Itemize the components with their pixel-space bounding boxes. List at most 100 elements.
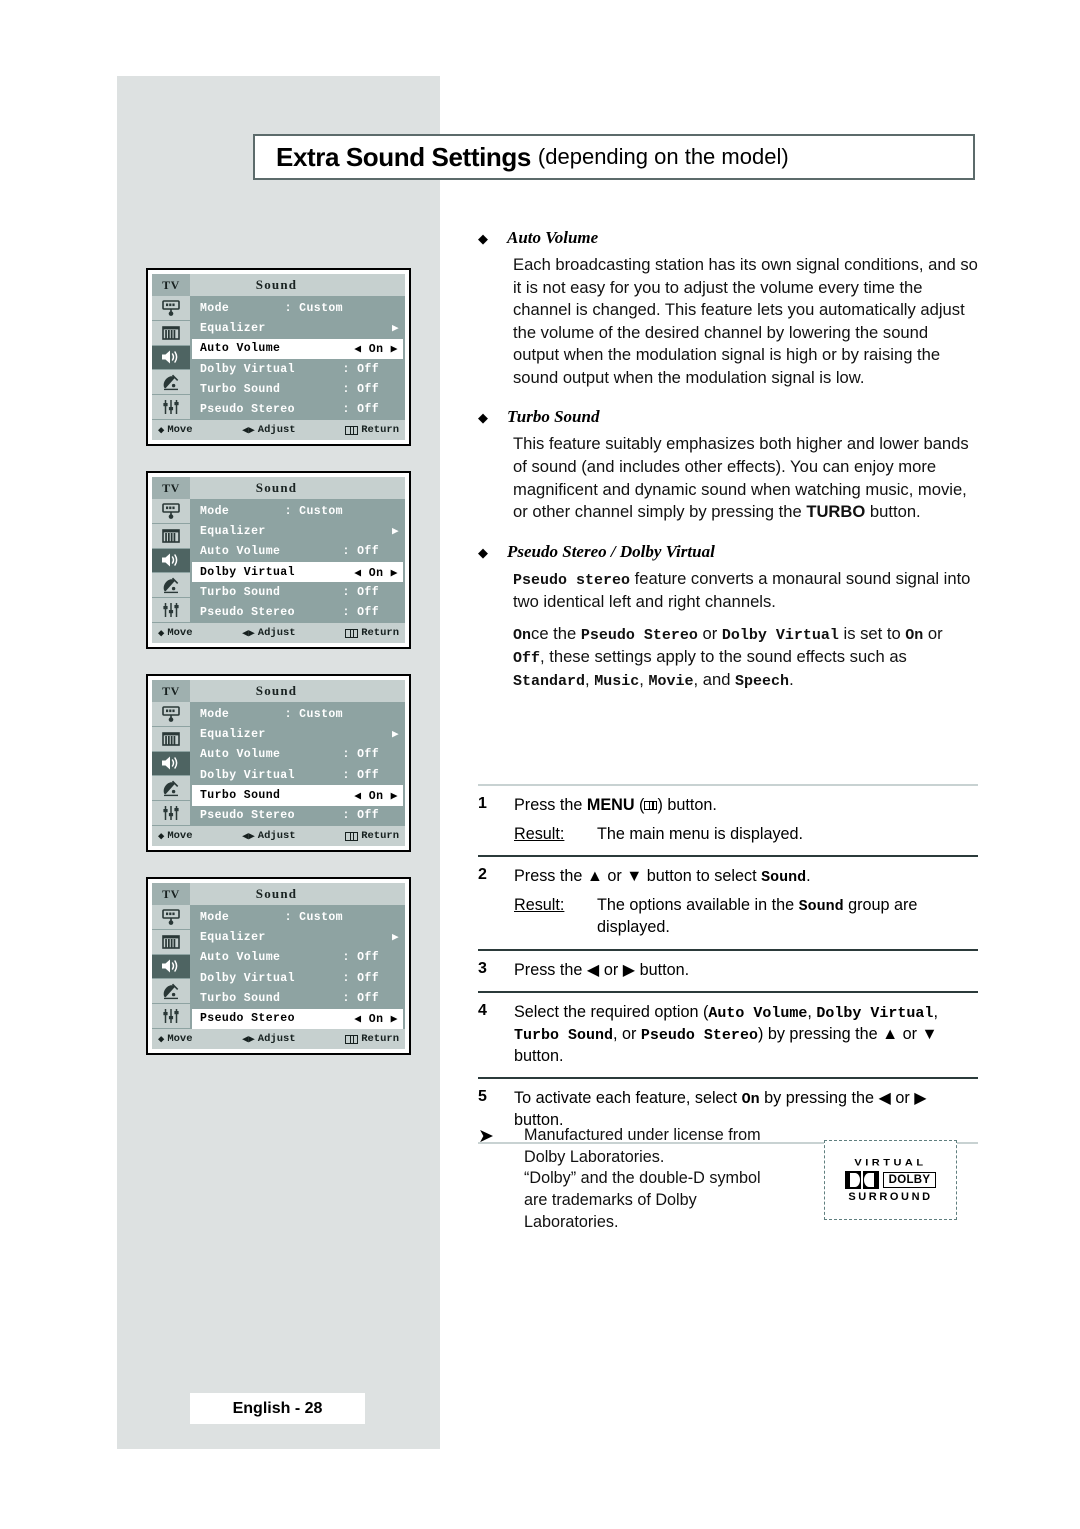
osd-row[interactable]: Pseudo Stereo: Off xyxy=(190,400,405,420)
section-body: This feature suitably emphasizes both hi… xyxy=(513,433,978,523)
dolby-virtual-surround-logo: VIRTUAL DOLBY SURROUND xyxy=(824,1140,957,1220)
picture-icon[interactable] xyxy=(152,905,190,930)
satellite-dish-icon[interactable] xyxy=(152,370,190,396)
osd-row[interactable]: Mode: Custom xyxy=(190,298,405,318)
menu-button-label: MENU xyxy=(586,796,635,814)
osd-row-value: : Off xyxy=(342,403,379,417)
osd-row-selected[interactable]: Turbo Sound ◀ On ▶ xyxy=(192,785,403,806)
section-heading: ◆ Turbo Sound xyxy=(478,407,978,427)
osd-header: TV Sound xyxy=(152,274,405,296)
osd-row[interactable]: Auto Volume: Off xyxy=(190,542,405,562)
osd-row[interactable]: Mode: Custom xyxy=(190,704,405,724)
menu-icon xyxy=(345,425,359,435)
satellite-dish-icon[interactable] xyxy=(152,979,190,1005)
menu-icon xyxy=(345,1034,359,1044)
equalizer-icon[interactable] xyxy=(152,523,190,549)
osd-row[interactable]: Equalizer ▶ xyxy=(190,318,405,338)
osd-row-label: Turbo Sound xyxy=(200,585,281,599)
osd-row[interactable]: Dolby Virtual: Off xyxy=(190,968,405,988)
osd-row-label: Dolby Virtual xyxy=(200,768,295,782)
left-right-arrow-icon: ◀▶ xyxy=(242,424,255,437)
up-down-arrow-icon: ◆ xyxy=(158,424,165,437)
osd-row[interactable]: Turbo Sound : Off xyxy=(190,582,405,602)
arrow-bullet-icon: ➤ xyxy=(478,1126,494,1147)
step-number: 1 xyxy=(478,795,487,812)
section-title: Turbo Sound xyxy=(507,407,600,427)
step-content: Press the MENU () button. Result: The ma… xyxy=(514,795,978,845)
osd-row-selected[interactable]: Pseudo Stereo ◀ On ▶ xyxy=(192,1008,403,1029)
osd-row[interactable]: Auto Volume: Off xyxy=(190,745,405,765)
osd-menu-title: Sound xyxy=(190,883,405,905)
option-auto-volume: Auto Volume xyxy=(708,1005,808,1023)
section-body: Each broadcasting station has its own si… xyxy=(513,254,978,389)
satellite-dish-icon[interactable] xyxy=(152,573,190,599)
osd-row-label: Turbo Sound xyxy=(200,991,281,1005)
page-footer: English - 28 xyxy=(190,1393,365,1424)
osd-row-value: ◀ On ▶ xyxy=(354,1013,398,1027)
menu-icon xyxy=(345,628,359,638)
picture-icon[interactable] xyxy=(152,499,190,524)
equalizer-icon[interactable] xyxy=(152,929,190,955)
step-result: Result: The main menu is displayed. xyxy=(514,824,978,846)
section-title: Pseudo Stereo / Dolby Virtual xyxy=(507,541,715,561)
osd-row-selected[interactable]: Dolby Virtual ◀ On ▶ xyxy=(192,561,403,583)
hint-move: ◆ Move xyxy=(158,830,193,843)
equalizer-icon[interactable] xyxy=(152,320,190,346)
osd-row[interactable]: Equalizer ▶ xyxy=(190,927,405,947)
osd-row-value: : Off xyxy=(342,382,379,396)
osd-row[interactable]: Dolby Virtual: Off xyxy=(190,359,405,379)
equalizer-icon[interactable] xyxy=(152,726,190,752)
osd-row-label: Equalizer xyxy=(200,321,266,335)
sliders-icon[interactable] xyxy=(152,801,190,826)
section-turbo-sound: ◆ Turbo Sound This feature suitably emph… xyxy=(478,407,978,523)
section-title: Auto Volume xyxy=(507,228,599,247)
osd-row-value: : Off xyxy=(342,768,379,782)
osd-row[interactable]: Dolby Virtual : Off xyxy=(190,765,405,785)
osd-row-value: : Off xyxy=(342,585,379,599)
osd-row-value: : Off xyxy=(342,991,379,1005)
sliders-icon[interactable] xyxy=(152,598,190,623)
speaker-icon[interactable] xyxy=(152,954,190,980)
osd-row[interactable]: Mode: Custom xyxy=(190,907,405,927)
up-down-arrow-icon: ◆ xyxy=(158,627,165,640)
osd-row[interactable]: Mode : Custom xyxy=(190,501,405,521)
picture-icon[interactable] xyxy=(152,296,190,321)
hint-move: ◆ Move xyxy=(158,1033,193,1046)
osd-panel-4: TV Sound Mode: Custom Equalizer ▶ Auto Volume… xyxy=(146,877,411,1055)
osd-row-selected[interactable]: Auto Volume ◀ On ▶ xyxy=(192,338,403,359)
step-number: 4 xyxy=(478,1002,487,1020)
diamond-bullet-icon: ◆ xyxy=(478,544,488,560)
osd-row-value: : Off xyxy=(342,545,379,559)
step-number: 2 xyxy=(478,866,487,884)
osd-row[interactable]: Equalizer ▶ xyxy=(190,521,405,541)
speaker-icon[interactable] xyxy=(152,548,190,574)
osd-row[interactable]: Auto Volume: Off xyxy=(190,948,405,968)
page-number-label: English - 28 xyxy=(232,1399,323,1417)
osd-row[interactable]: Turbo Sound: Off xyxy=(190,379,405,399)
osd-icon-rail xyxy=(152,905,190,1029)
osd-row[interactable]: Pseudo Stereo: Off xyxy=(190,603,405,623)
osd-footer-hints: ◆ Move ◀▶ Adjust Return xyxy=(152,1029,405,1049)
speaker-icon[interactable] xyxy=(152,345,190,371)
osd-row-label: Pseudo Stereo xyxy=(200,606,295,620)
osd-row-label: Auto Volume xyxy=(200,748,281,762)
speaker-icon[interactable] xyxy=(152,751,190,777)
osd-row-label: Dolby Virtual xyxy=(200,565,295,579)
hint-adjust: ◀▶ Adjust xyxy=(242,627,296,640)
section-pseudo-stereo: ◆ Pseudo Stereo / Dolby Virtual Pseudo s… xyxy=(478,542,978,693)
satellite-dish-icon[interactable] xyxy=(152,776,190,802)
sliders-icon[interactable] xyxy=(152,1004,190,1029)
up-down-arrow-icon: ◆ xyxy=(158,830,165,843)
osd-panel-1: TV Sound Mode: Custom Equalizer ▶ Auto Volume… xyxy=(146,268,411,446)
sliders-icon[interactable] xyxy=(152,395,190,420)
picture-icon[interactable] xyxy=(152,702,190,727)
menu-icon xyxy=(345,831,359,841)
up-down-arrow-icon: ◆ xyxy=(158,1033,165,1046)
osd-row[interactable]: Equalizer ▶ xyxy=(190,724,405,744)
osd-row[interactable]: Turbo Sound : Off xyxy=(190,988,405,1008)
osd-row-value: : Custom xyxy=(284,504,343,518)
osd-row-label: Mode xyxy=(200,504,230,518)
step-content: Press the ◀ or ▶ button. xyxy=(514,960,978,982)
hint-adjust: ◀▶ Adjust xyxy=(242,1033,296,1046)
osd-row[interactable]: Pseudo Stereo: Off xyxy=(190,806,405,826)
